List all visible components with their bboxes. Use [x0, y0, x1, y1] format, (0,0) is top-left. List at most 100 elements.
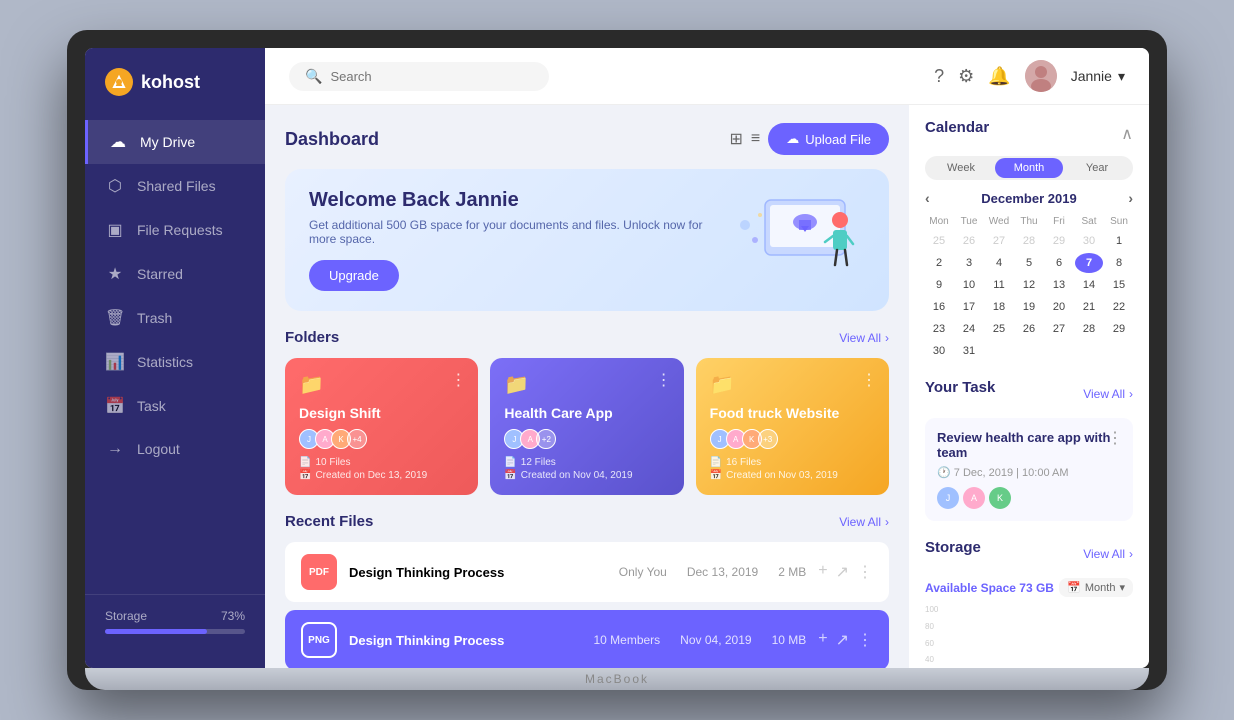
- main-content: 🔍 ? ⚙ 🔔 Jannie: [265, 48, 1149, 668]
- calendar-day[interactable]: 13: [1045, 275, 1073, 295]
- sidebar-item-starred[interactable]: ★ Starred: [85, 252, 265, 296]
- calendar-day[interactable]: 27: [1045, 319, 1073, 339]
- calendar-day[interactable]: 23: [925, 319, 953, 339]
- settings-icon[interactable]: ⚙: [958, 66, 974, 87]
- recent-file-row-highlighted[interactable]: PNG Design Thinking Process 10 Members N…: [285, 610, 889, 668]
- calendar-day[interactable]: 8: [1105, 253, 1133, 273]
- folder-card-design-shift[interactable]: ⋮ 📁 Design Shift J A K +4 📄 10 Files: [285, 358, 478, 495]
- tab-week[interactable]: Week: [927, 158, 995, 178]
- sidebar-item-shared-files[interactable]: ⬡ Shared Files: [85, 164, 265, 208]
- more-icon[interactable]: ⋮: [857, 630, 873, 650]
- avatar[interactable]: [1025, 60, 1057, 92]
- task-name: Review health care app with team: [937, 430, 1121, 460]
- sidebar-nav: ☁ My Drive ⬡ Shared Files ▣ File Request…: [85, 120, 265, 594]
- calendar-day[interactable]: 5: [1015, 253, 1043, 273]
- calendar-day[interactable]: 24: [955, 319, 983, 339]
- add-icon[interactable]: +: [818, 562, 827, 582]
- add-icon[interactable]: +: [818, 630, 827, 650]
- calendar-day[interactable]: 17: [955, 297, 983, 317]
- chart-bars-area: Jan Feb Mar Apr May Jun Jul Aug: [942, 605, 1146, 668]
- folder-card-health-care[interactable]: ⋮ 📁 Health Care App J A +2 📄 12 Files 📅 …: [490, 358, 683, 495]
- calendar-day[interactable]: 21: [1075, 297, 1103, 317]
- sidebar-item-task[interactable]: 📅 Task: [85, 384, 265, 428]
- calendar-day[interactable]: 9: [925, 275, 953, 295]
- calendar-day[interactable]: 30: [1075, 231, 1103, 251]
- file-type-badge: PNG: [301, 622, 337, 658]
- task-more-icon[interactable]: ⋮: [1107, 428, 1123, 448]
- calendar-day[interactable]: 6: [1045, 253, 1073, 273]
- calendar-day[interactable]: 11: [985, 275, 1013, 295]
- search-box[interactable]: 🔍: [289, 62, 549, 91]
- calendar-day[interactable]: 26: [1015, 319, 1043, 339]
- upgrade-button[interactable]: Upgrade: [309, 260, 399, 291]
- calendar-day[interactable]: 16: [925, 297, 953, 317]
- calendar-day[interactable]: 26: [955, 231, 983, 251]
- sidebar-item-statistics[interactable]: 📊 Statistics: [85, 340, 265, 384]
- calendar-day[interactable]: 31: [955, 341, 983, 361]
- calendar-day[interactable]: 25: [985, 319, 1013, 339]
- calendar-day[interactable]: 18: [985, 297, 1013, 317]
- storage-label: Storage: [105, 609, 147, 623]
- user-menu[interactable]: Jannie ▾: [1071, 68, 1125, 85]
- sidebar-item-label: Shared Files: [137, 178, 216, 194]
- calendar-day[interactable]: 15: [1105, 275, 1133, 295]
- folder-more-icon[interactable]: ⋮: [656, 370, 672, 390]
- calendar-day[interactable]: 28: [1015, 231, 1043, 251]
- calendar-day[interactable]: 1: [1105, 231, 1133, 251]
- prev-month-button[interactable]: ‹: [925, 190, 930, 206]
- folder-more-icon[interactable]: ⋮: [450, 370, 466, 390]
- user-name: Jannie: [1071, 68, 1112, 84]
- folder-more-icon[interactable]: ⋮: [861, 370, 877, 390]
- next-month-button[interactable]: ›: [1128, 190, 1133, 206]
- tab-month[interactable]: Month: [995, 158, 1063, 178]
- grid-view-button[interactable]: ⊞: [729, 129, 742, 149]
- share-icon[interactable]: ↗: [836, 630, 849, 650]
- calendar-day[interactable]: 4: [985, 253, 1013, 273]
- storage-section-header: Storage View All ›: [925, 539, 1133, 568]
- folders-title: Folders: [285, 329, 339, 346]
- calendar-day[interactable]: 30: [925, 341, 953, 361]
- tasks-view-all[interactable]: View All ›: [1083, 387, 1133, 401]
- sidebar-item-label: Logout: [137, 441, 180, 457]
- tasks-section: Your Task View All › ⋮ Review health car…: [925, 379, 1133, 521]
- sidebar-item-file-requests[interactable]: ▣ File Requests: [85, 208, 265, 252]
- sidebar-item-trash[interactable]: 🗑 Trash: [85, 296, 265, 340]
- upload-file-button[interactable]: ☁ Upload File: [768, 123, 889, 155]
- tab-year[interactable]: Year: [1063, 158, 1131, 178]
- calendar-day[interactable]: 25: [925, 231, 953, 251]
- calendar-day-today[interactable]: 7: [1075, 253, 1103, 273]
- task-card[interactable]: ⋮ Review health care app with team 🕐 7 D…: [925, 418, 1133, 521]
- calendar-day[interactable]: 2: [925, 253, 953, 273]
- more-icon[interactable]: ⋮: [857, 562, 873, 582]
- recent-file-row[interactable]: PDF Design Thinking Process Only You Dec…: [285, 542, 889, 602]
- calendar-day[interactable]: 20: [1045, 297, 1073, 317]
- period-selector[interactable]: 📅 Month ▾: [1059, 578, 1133, 597]
- calendar-day[interactable]: 14: [1075, 275, 1103, 295]
- calendar-day[interactable]: 29: [1045, 231, 1073, 251]
- storage-view-all[interactable]: View All ›: [1083, 547, 1133, 561]
- recent-files-view-all[interactable]: View All ›: [839, 515, 889, 529]
- calendar-day[interactable]: 22: [1105, 297, 1133, 317]
- collapse-icon[interactable]: ∧: [1121, 124, 1133, 144]
- calendar-day[interactable]: 29: [1105, 319, 1133, 339]
- calendar-day[interactable]: 19: [1015, 297, 1043, 317]
- calendar-day[interactable]: 28: [1075, 319, 1103, 339]
- calendar-day[interactable]: 3: [955, 253, 983, 273]
- calendar-day[interactable]: 27: [985, 231, 1013, 251]
- help-icon[interactable]: ?: [934, 66, 944, 87]
- calendar-day[interactable]: 10: [955, 275, 983, 295]
- share-icon[interactable]: ↗: [836, 562, 849, 582]
- y-label: 40: [925, 655, 938, 664]
- notifications-icon[interactable]: 🔔: [988, 66, 1010, 87]
- calendar-month-year: December 2019: [981, 191, 1076, 206]
- logo-text: kohost: [141, 72, 200, 93]
- folders-view-all[interactable]: View All ›: [839, 331, 889, 345]
- sidebar-item-my-drive[interactable]: ☁ My Drive: [85, 120, 265, 164]
- calendar-day[interactable]: 12: [1015, 275, 1043, 295]
- search-input[interactable]: [330, 69, 533, 84]
- list-view-button[interactable]: ≡: [751, 130, 760, 148]
- calendar-grid: Mon Tue Wed Thu Fri Sat Sun 25 26 27 28 …: [925, 214, 1133, 361]
- sidebar-item-logout[interactable]: → Logout: [85, 428, 265, 470]
- task-icon: 📅: [105, 396, 125, 416]
- folder-card-food-truck[interactable]: ⋮ 📁 Food truck Website J A K +3 📄 16 Fil…: [696, 358, 889, 495]
